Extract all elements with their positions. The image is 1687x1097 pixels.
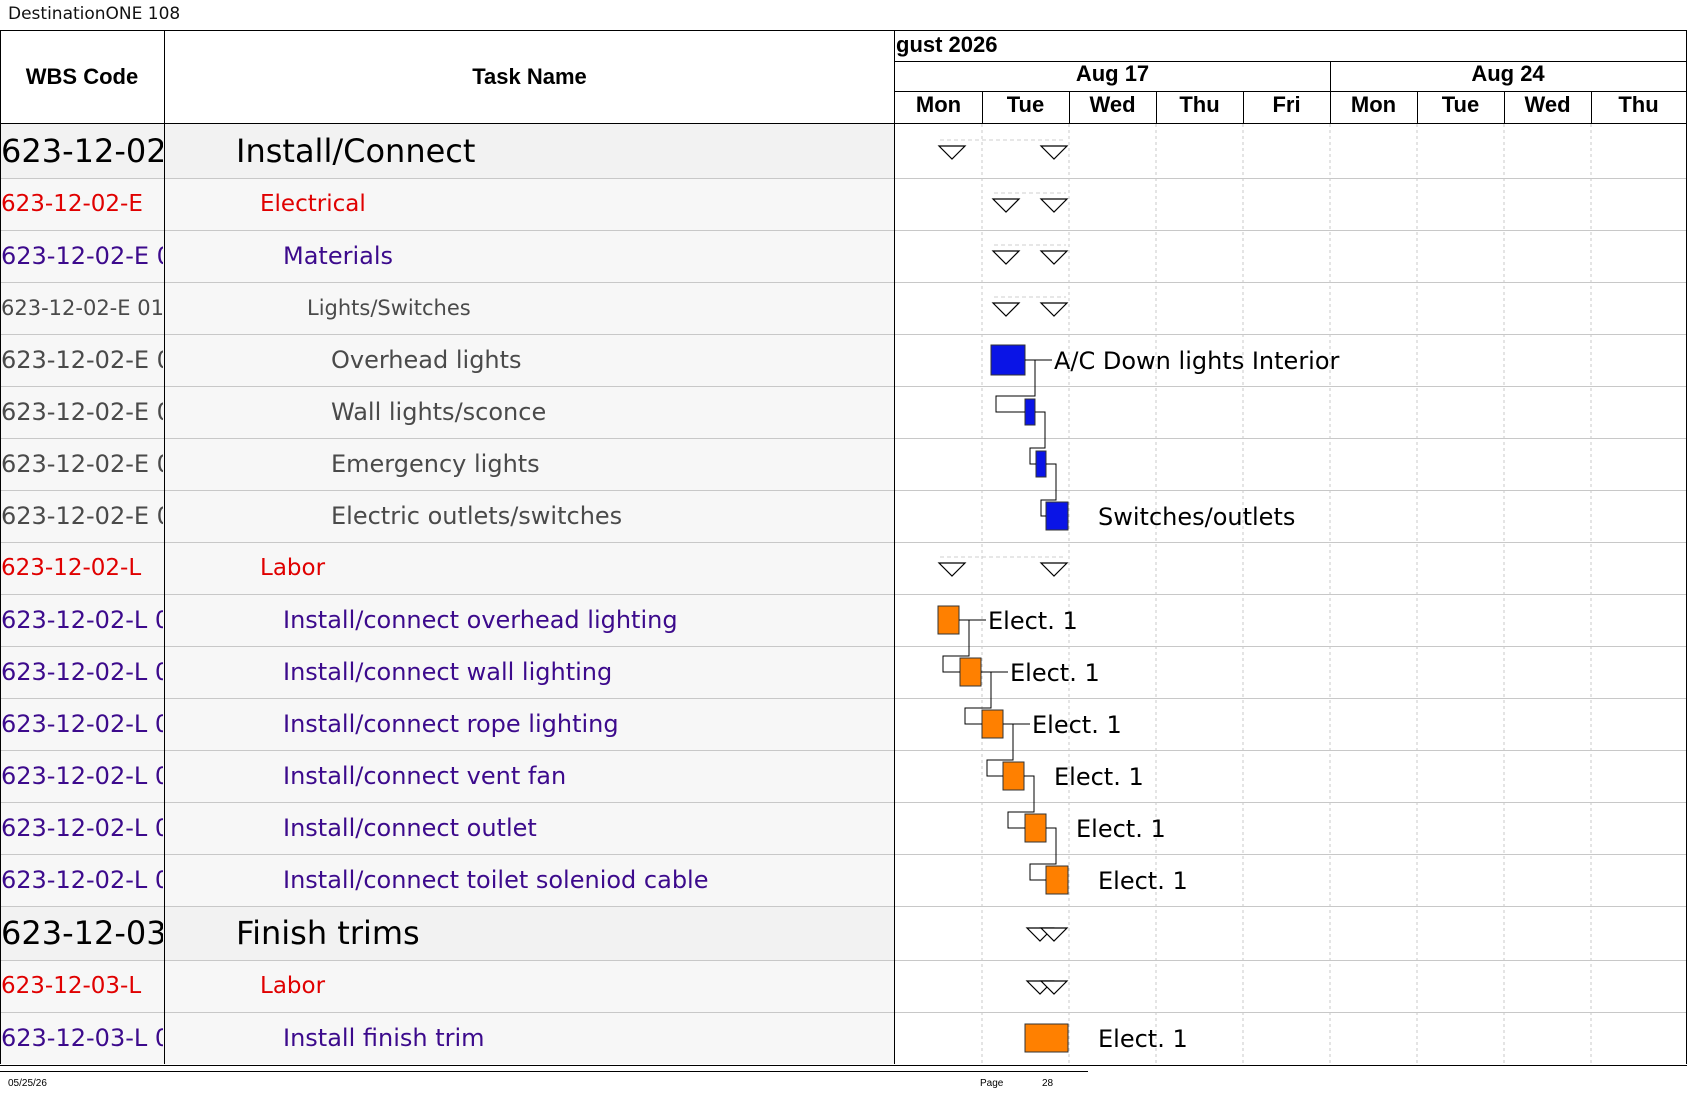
column-divider-wbs [164, 30, 165, 1064]
footer-date: 05/25/26 [8, 1078, 47, 1089]
header-bottom-border [0, 123, 1687, 124]
summary-marker [991, 250, 1021, 265]
summary-marker [1039, 250, 1069, 265]
summary-marker [991, 302, 1021, 317]
bar-label: Elect. 1 [1098, 867, 1188, 895]
labor-bar [959, 657, 982, 687]
bar-label: Elect. 1 [1054, 763, 1144, 791]
timeline-day-separator [1330, 91, 1331, 123]
summary-marker [991, 198, 1021, 213]
material-bar [1045, 501, 1069, 531]
labor-bar [1045, 865, 1069, 895]
bar-label: Elect. 1 [1098, 1025, 1188, 1053]
bar-label: Elect. 1 [1076, 815, 1166, 843]
column-divider-timeline [894, 30, 895, 1064]
timeline-day-separator [1417, 91, 1418, 123]
timeline-month-divider [894, 61, 1687, 62]
timeline-day-separator [1243, 91, 1244, 123]
bar-label: Switches/outlets [1098, 503, 1295, 531]
summary-marker [1039, 562, 1069, 577]
timeline-day-separator [1591, 91, 1592, 123]
summary-marker [1039, 198, 1069, 213]
labor-bar [1024, 813, 1047, 843]
material-bar [990, 344, 1026, 376]
material-bar [1035, 450, 1047, 478]
bar-label: A/C Down lights Interior [1054, 347, 1340, 375]
summary-marker [937, 145, 967, 160]
bar-label: Elect. 1 [988, 607, 1078, 635]
footer-divider [0, 1071, 1088, 1072]
material-bar [1024, 398, 1036, 426]
summary-marker [937, 562, 967, 577]
timeline-day-separator [982, 91, 983, 123]
table-left-border [0, 30, 1, 1064]
gantt-chart: A/C Down lights Interior Switches/outlets… [937, 124, 1592, 1064]
labor-bar [1002, 761, 1025, 791]
labor-bar [981, 709, 1004, 739]
bar-label: Elect. 1 [1010, 659, 1100, 687]
summary-marker [1039, 302, 1069, 317]
timeline-day-separator [1504, 91, 1505, 123]
footer-page-label: Page [980, 1078, 1004, 1089]
bar-label: Elect. 1 [1032, 711, 1122, 739]
footer-page-number: 28 [1042, 1078, 1054, 1089]
timeline-week-divider [894, 91, 1687, 92]
timeline-day-separator [1156, 91, 1157, 123]
labor-bar [1024, 1023, 1069, 1053]
labor-bar [937, 605, 960, 635]
timeline-day-separator [1069, 91, 1070, 123]
timeline-week-separator [1330, 61, 1331, 92]
summary-marker [1039, 145, 1069, 160]
